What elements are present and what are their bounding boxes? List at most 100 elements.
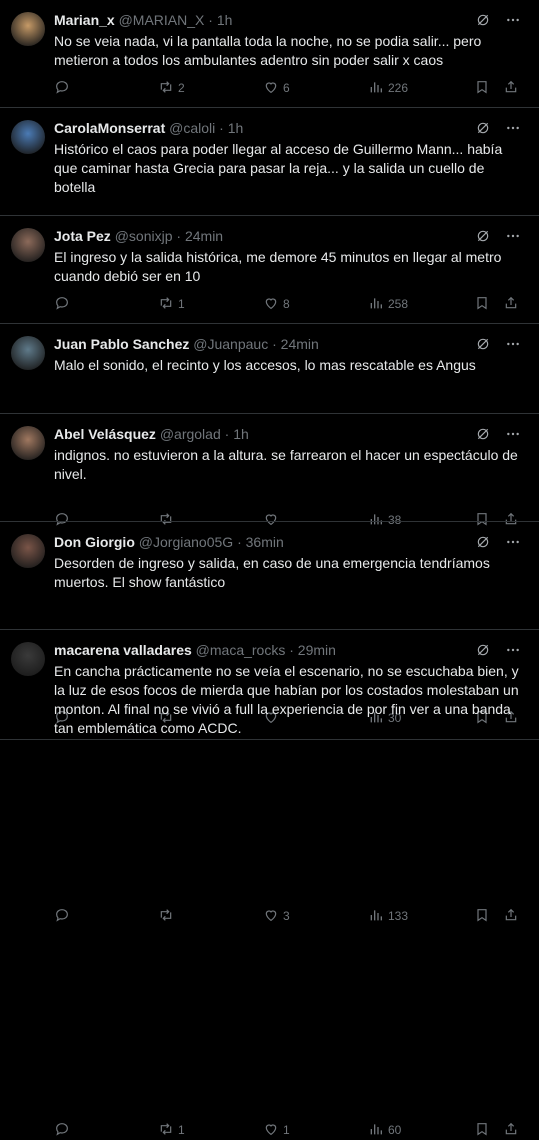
grok-icon[interactable] xyxy=(475,120,491,139)
tweet-header: Juan Pablo Sanchez @Juanpauc · 24min xyxy=(54,336,319,353)
avatar[interactable] xyxy=(11,642,45,676)
more-icon[interactable] xyxy=(505,120,521,139)
like-icon xyxy=(263,79,279,98)
grok-icon[interactable] xyxy=(475,12,491,31)
tweet-top-actions xyxy=(475,228,521,247)
share-button[interactable] xyxy=(503,1120,519,1140)
retweet-button[interactable]: 1 xyxy=(158,1120,185,1140)
views-icon xyxy=(368,907,384,926)
author-handle[interactable]: @maca_rocks xyxy=(196,642,286,658)
more-icon[interactable] xyxy=(505,534,521,553)
tweet-text: El ingreso y la salida histórica, me dem… xyxy=(54,249,502,284)
author-handle[interactable]: @caloli xyxy=(169,120,215,136)
tweet-text: indignos. no estuvieron a la altura. se … xyxy=(54,447,518,482)
like-button[interactable]: 6 xyxy=(263,78,290,98)
timestamp[interactable]: 24min xyxy=(281,336,319,352)
avatar[interactable] xyxy=(11,228,45,262)
share-button[interactable] xyxy=(503,78,519,98)
avatar[interactable] xyxy=(11,120,45,154)
separator: · xyxy=(272,336,277,352)
more-icon[interactable] xyxy=(505,228,521,247)
tweet[interactable]: Abel Velásquez @argolad · 1h indignos. n… xyxy=(0,414,539,923)
reply-icon xyxy=(54,79,70,98)
more-icon[interactable] xyxy=(505,12,521,31)
author-name[interactable]: Jota Pez xyxy=(54,228,111,244)
grok-icon[interactable] xyxy=(475,336,491,355)
avatar[interactable] xyxy=(11,12,45,46)
author-name[interactable]: macarena valladares xyxy=(54,642,192,658)
author-name[interactable]: CarolaMonserrat xyxy=(54,120,165,136)
tweet[interactable]: Jota Pez @sonixjp · 24min El ingreso y l… xyxy=(0,216,539,527)
author-handle[interactable]: @Jorgiano05G xyxy=(139,534,233,550)
tweet[interactable]: Juan Pablo Sanchez @Juanpauc · 24min Mal… xyxy=(0,324,539,725)
tweet-header: Abel Velásquez @argolad · 1h xyxy=(54,426,249,443)
separator: · xyxy=(289,642,294,658)
more-icon[interactable] xyxy=(505,426,521,445)
bookmark-icon xyxy=(474,1121,490,1140)
reply-button[interactable] xyxy=(54,1120,74,1140)
more-icon[interactable] xyxy=(505,336,521,355)
avatar[interactable] xyxy=(11,534,45,568)
views-button[interactable]: 60 xyxy=(368,1120,401,1140)
views-button[interactable]: 133 xyxy=(368,906,408,926)
timestamp[interactable]: 36min xyxy=(246,534,284,550)
reply-icon xyxy=(54,907,70,926)
author-handle[interactable]: @sonixjp xyxy=(115,228,173,244)
author-name[interactable]: Marian_x xyxy=(54,12,115,28)
share-button[interactable] xyxy=(503,906,519,926)
views-icon xyxy=(368,1121,384,1140)
timestamp[interactable]: 1h xyxy=(233,426,249,442)
separator: · xyxy=(208,12,213,28)
author-handle[interactable]: @Juanpauc xyxy=(193,336,268,352)
share-icon xyxy=(503,907,519,926)
author-name[interactable]: Abel Velásquez xyxy=(54,426,156,442)
separator: · xyxy=(224,426,230,442)
tweet-header: Marian_x @MARIAN_X · 1h xyxy=(54,12,232,29)
author-name[interactable]: Don Giorgio xyxy=(54,534,135,550)
tweet[interactable]: CarolaMonserrat @caloli · 1h Histórico e… xyxy=(0,108,539,311)
retweet-icon xyxy=(158,79,174,98)
retweet-button[interactable]: 2 xyxy=(158,78,185,98)
author-handle[interactable]: @MARIAN_X xyxy=(119,12,205,28)
avatar[interactable] xyxy=(11,426,45,460)
avatar[interactable] xyxy=(11,336,45,370)
timestamp[interactable]: 29min xyxy=(298,642,336,658)
reply-button[interactable] xyxy=(54,906,74,926)
tweet-text: En cancha prácticamente no se veía el es… xyxy=(54,663,519,736)
tweet-actions: 3 133 xyxy=(54,906,519,926)
retweet-icon xyxy=(158,907,174,926)
tweet-actions: 2 6 226 xyxy=(54,78,519,98)
views-icon xyxy=(368,79,384,98)
author-handle[interactable]: @argolad xyxy=(160,426,221,442)
like-count: 3 xyxy=(283,909,290,923)
grok-icon[interactable] xyxy=(475,426,491,445)
grok-icon[interactable] xyxy=(475,642,491,661)
timestamp[interactable]: 24min xyxy=(185,228,223,244)
views-count: 226 xyxy=(388,81,409,95)
retweet-icon xyxy=(158,1121,174,1140)
like-button[interactable]: 3 xyxy=(263,906,290,926)
share-icon xyxy=(503,79,519,98)
tweet[interactable]: macarena valladares @maca_rocks · 29min … xyxy=(0,630,539,740)
tweet-top-actions xyxy=(475,642,521,661)
tweet-text: No se veia nada, vi la pantalla toda la … xyxy=(54,33,482,68)
retweet-button[interactable] xyxy=(158,906,178,926)
bookmark-button[interactable] xyxy=(474,78,490,98)
reply-button[interactable] xyxy=(54,78,74,98)
timestamp[interactable]: 1h xyxy=(217,12,233,28)
bookmark-button[interactable] xyxy=(474,1120,490,1140)
timestamp[interactable]: 1h xyxy=(228,120,244,136)
author-name[interactable]: Juan Pablo Sanchez xyxy=(54,336,189,352)
retweet-count: 1 xyxy=(178,1123,185,1137)
tweet-header: Jota Pez @sonixjp · 24min xyxy=(54,228,223,245)
grok-icon[interactable] xyxy=(475,534,491,553)
views-button[interactable]: 226 xyxy=(368,78,408,98)
tweet[interactable]: Don Giorgio @Jorgiano05G · 36min Desorde… xyxy=(0,522,539,1137)
grok-icon[interactable] xyxy=(475,228,491,247)
tweet-header: Don Giorgio @Jorgiano05G · 36min xyxy=(54,534,284,551)
like-button[interactable]: 1 xyxy=(263,1120,290,1140)
tweet[interactable]: Marian_x @MARIAN_X · 1h No se veia nada,… xyxy=(0,0,539,108)
separator: · xyxy=(237,534,242,550)
bookmark-button[interactable] xyxy=(474,906,490,926)
more-icon[interactable] xyxy=(505,642,521,661)
